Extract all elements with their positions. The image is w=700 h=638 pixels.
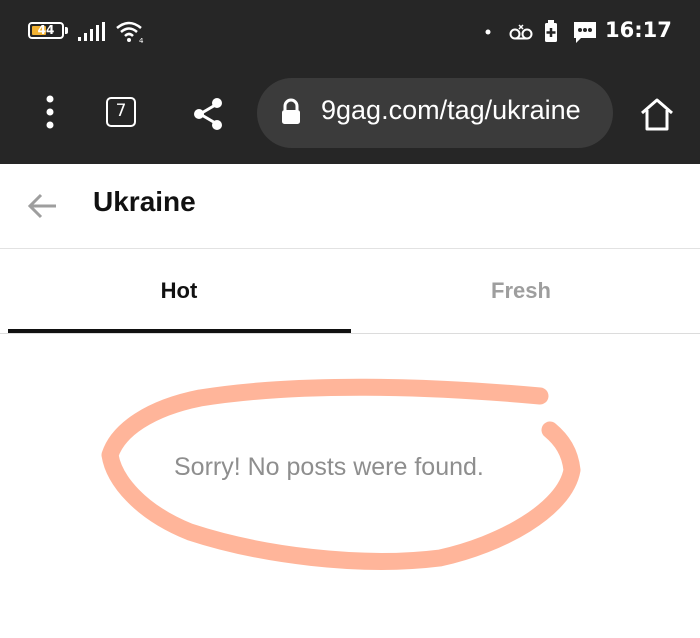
empty-state-message: Sorry! No posts were found. — [174, 453, 484, 481]
annotation-scribble — [101, 378, 581, 570]
